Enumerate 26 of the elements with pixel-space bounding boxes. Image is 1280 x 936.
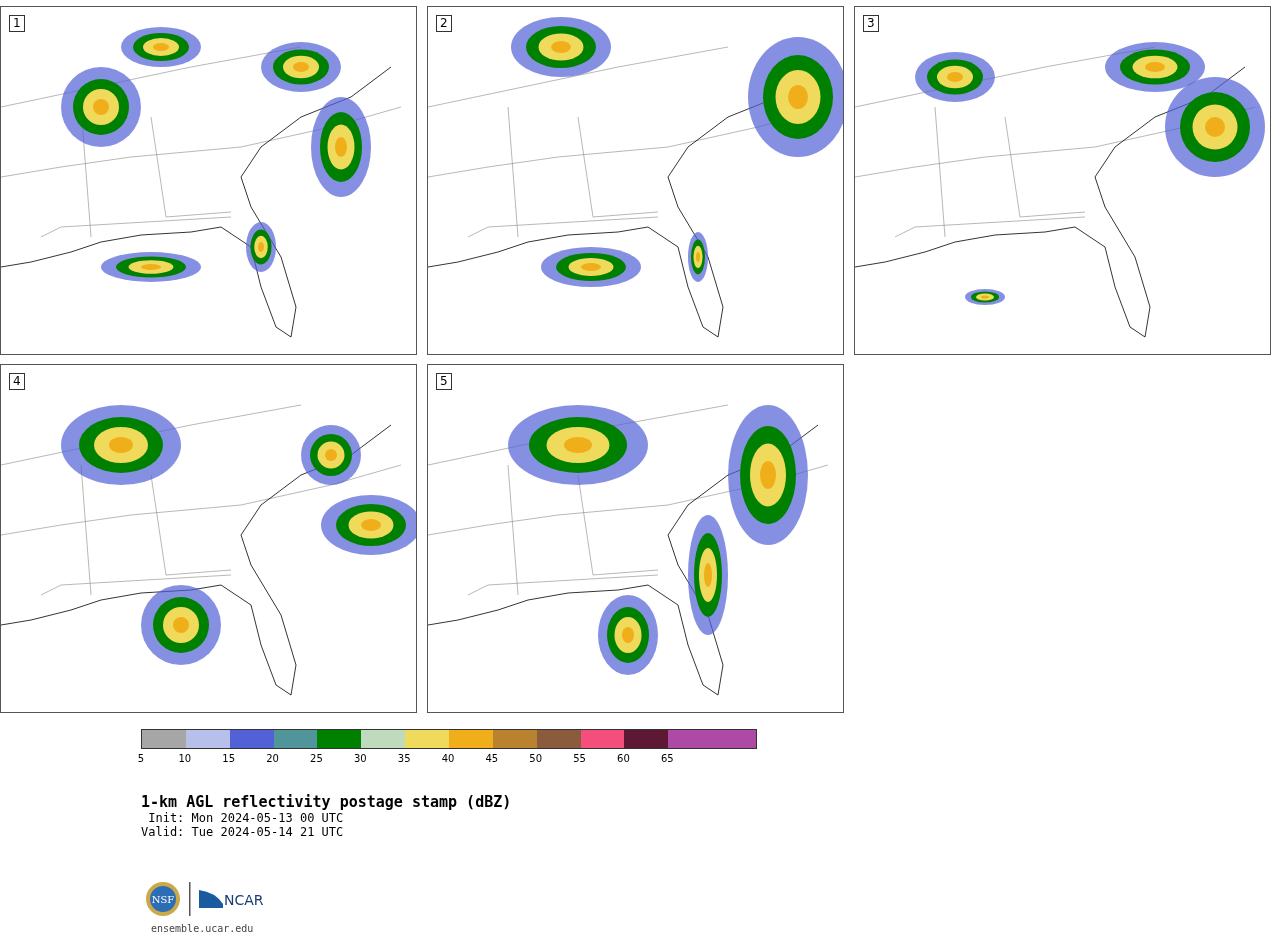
tick-label: 60 [617, 753, 630, 764]
valid-time: Valid: Tue 2024-05-14 21 UTC [141, 825, 345, 839]
tick-label: 65 [660, 753, 674, 764]
ncar-logo-text: NCAR [224, 892, 264, 908]
panel-number: 1 [9, 15, 25, 32]
tick-label: 30 [353, 753, 367, 764]
site-url: ensemble.ucar.edu [151, 923, 255, 934]
tick-label: 35 [397, 753, 411, 764]
tick-label: 20 [266, 753, 279, 764]
init-time: Init: Mon 2024-05-13 00 UTC [147, 811, 345, 825]
panel-number: 3 [863, 15, 879, 32]
tick-label: 55 [573, 753, 586, 764]
divider-icon [189, 882, 191, 916]
plot-title: 1-km AGL reflectivity postage stamp (dBZ) [141, 793, 513, 811]
ncar-logo-icon [199, 890, 223, 908]
tick-label: 45 [485, 753, 499, 764]
tick-label: 10 [178, 753, 192, 764]
tick-label: 40 [441, 753, 455, 764]
panel-number: 2 [436, 15, 452, 32]
tick-label: 15 [222, 753, 236, 764]
panel-number: 5 [436, 373, 452, 390]
tick-label: 25 [310, 753, 323, 764]
tick-label: 50 [529, 753, 543, 764]
nsf-logo-icon: NSF [145, 881, 181, 917]
tick-label: 5 [137, 753, 145, 764]
panel-number: 4 [9, 373, 25, 390]
